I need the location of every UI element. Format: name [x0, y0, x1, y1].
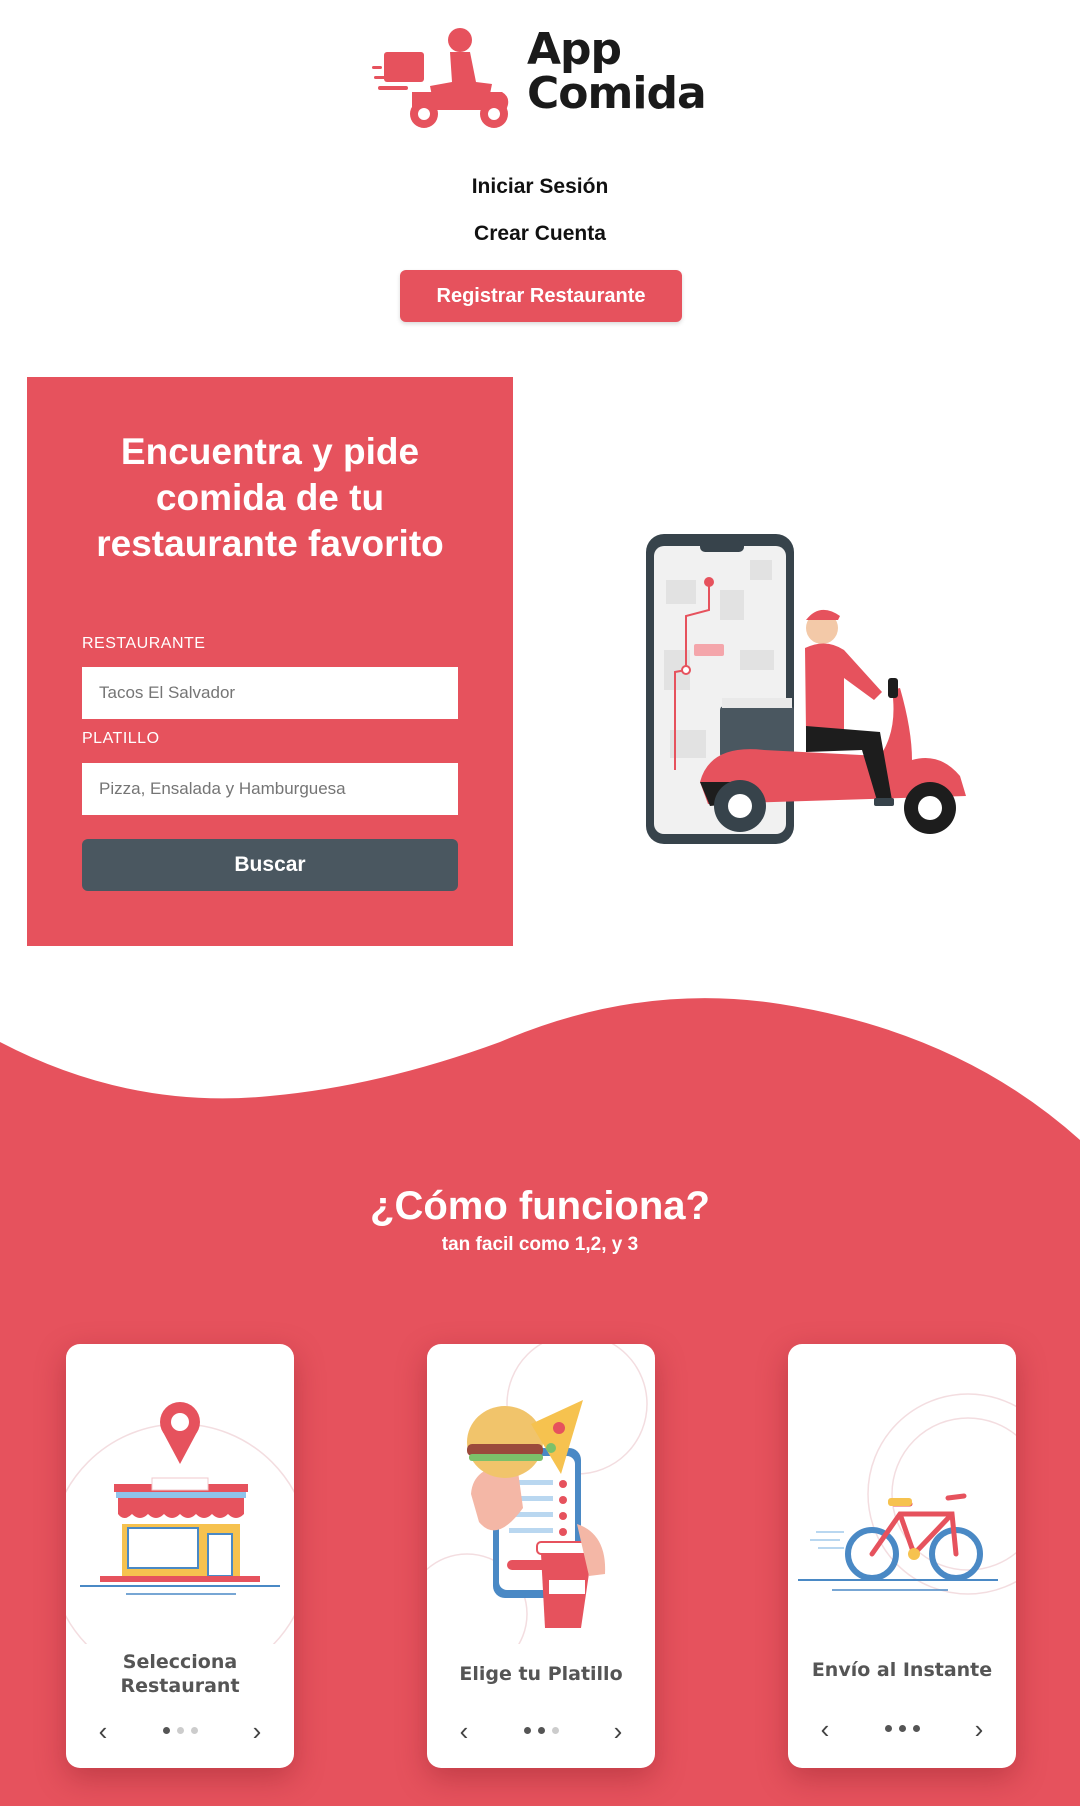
search-panel: Encuentra y pide comida de tu restaurant… — [27, 377, 513, 946]
delivery-rider-illustration — [646, 534, 966, 844]
how-it-works-title: ¿Cómo funciona? — [370, 1184, 710, 1228]
pagination-dot[interactable] — [176, 1727, 184, 1734]
pagination-dot[interactable] — [190, 1727, 198, 1734]
step-card-select-restaurant[interactable]: Selecciona Restaurant ‹ › — [66, 1344, 294, 1768]
pagination-dots — [150, 1727, 210, 1737]
pagination-dot[interactable] — [551, 1727, 559, 1734]
step-card-instant-delivery[interactable]: Envío al Instante ‹ › — [788, 1344, 1016, 1768]
chevron-left-icon[interactable]: ‹ — [810, 1715, 840, 1745]
search-button[interactable]: Buscar — [82, 839, 458, 891]
pagination-dot[interactable] — [523, 1727, 531, 1734]
search-title: Encuentra y pide comida de tu restaurant… — [47, 429, 493, 567]
register-restaurant-button[interactable]: Registrar Restaurante — [400, 270, 682, 322]
app-name-line1: App — [527, 24, 622, 75]
step-title: Elige tu Platillo — [427, 1662, 655, 1686]
header: App Comida Iniciar Sesión Crear Cuenta R… — [0, 0, 1080, 340]
step-title: Selecciona Restaurant — [66, 1650, 294, 1698]
app-name-line2: Comida — [527, 68, 707, 119]
restaurant-label: RESTAURANTE — [82, 635, 206, 652]
storefront-icon — [66, 1402, 294, 1644]
pagination-dot[interactable] — [898, 1725, 906, 1732]
step-nav: ‹ › — [788, 1715, 1016, 1745]
step-title-line1: Envío al Instante — [811, 1659, 993, 1681]
dish-input[interactable] — [82, 763, 458, 815]
pagination-dot[interactable] — [162, 1727, 170, 1734]
chevron-right-icon[interactable]: › — [964, 1715, 994, 1745]
pagination-dots — [872, 1725, 932, 1735]
step-title: Envío al Instante — [788, 1658, 1016, 1682]
app-logo[interactable]: App Comida — [372, 22, 712, 132]
login-link[interactable]: Iniciar Sesión — [0, 175, 1080, 199]
app-name: App Comida — [527, 24, 707, 119]
step-title-line1: Elige tu Platillo — [459, 1663, 623, 1685]
chevron-left-icon[interactable]: ‹ — [88, 1717, 118, 1747]
pagination-dots — [511, 1727, 571, 1737]
search-title-line3: restaurante favorito — [96, 523, 444, 564]
step-title-line1: Selecciona — [122, 1651, 238, 1673]
step-card-choose-dish[interactable]: Elige tu Platillo ‹ › — [427, 1344, 655, 1768]
restaurant-input[interactable] — [82, 667, 458, 719]
pagination-dot[interactable] — [884, 1725, 892, 1732]
bicycle-icon — [798, 1393, 1016, 1595]
pagination-dot[interactable] — [537, 1727, 545, 1734]
delivery-scooter-icon — [372, 28, 509, 128]
chevron-right-icon[interactable]: › — [603, 1717, 633, 1747]
chevron-right-icon[interactable]: › — [242, 1717, 272, 1747]
dish-label: PLATILLO — [82, 730, 160, 747]
search-title-line2: comida de tu — [155, 477, 385, 518]
pagination-dot[interactable] — [912, 1725, 920, 1732]
map-pin-icon — [704, 577, 714, 587]
chevron-left-icon[interactable]: ‹ — [449, 1717, 479, 1747]
search-title-line1: Encuentra y pide — [120, 431, 420, 472]
food-menu-icon — [427, 1344, 648, 1644]
step-nav: ‹ › — [66, 1717, 294, 1747]
how-it-works-subtitle: tan facil como 1,2, y 3 — [441, 1234, 639, 1255]
signup-link[interactable]: Crear Cuenta — [0, 222, 1080, 246]
step-nav: ‹ › — [427, 1717, 655, 1747]
step-title-line2: Restaurant — [120, 1675, 240, 1697]
